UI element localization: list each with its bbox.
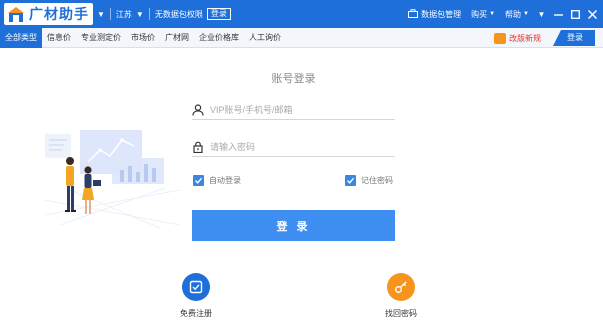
app-name: 广材助手 xyxy=(29,7,89,23)
update-notice-label: 改版新规 xyxy=(509,33,541,43)
password-input[interactable] xyxy=(210,141,390,152)
auto-login-label: 自动登录 xyxy=(209,176,241,185)
find-password-button[interactable]: 找回密码 xyxy=(371,273,431,319)
divider xyxy=(148,8,150,20)
chevron-down-icon: ▼ xyxy=(523,11,529,17)
package-status: 无数据包权限 xyxy=(154,9,203,19)
titlebar-login-button[interactable]: 登录 xyxy=(206,8,231,20)
category-nav: 全部类型 信息价 专业测定价 市场价 广材网 企业价格库 人工询价 改版新规 登… xyxy=(0,27,603,48)
account-input[interactable] xyxy=(210,104,390,115)
account-field xyxy=(192,100,395,120)
tab-enterprise-price[interactable]: 企业价格库 xyxy=(194,28,244,48)
password-field xyxy=(192,137,395,157)
gift-icon xyxy=(494,32,506,44)
check-icon xyxy=(193,175,204,186)
close-icon[interactable] xyxy=(588,9,597,19)
app-logo: 广材助手 xyxy=(4,3,93,25)
data-package-manager[interactable]: 数据包管理 xyxy=(408,8,462,20)
register-label: 免费注册 xyxy=(180,309,212,318)
tab-guangcai-web[interactable]: 广材网 xyxy=(160,28,194,48)
update-notice-link[interactable]: 改版新规 xyxy=(494,32,541,44)
maximize-icon[interactable] xyxy=(571,9,580,19)
region-selector[interactable]: 江苏 xyxy=(116,9,132,20)
tab-market-price[interactable]: 市场价 xyxy=(126,28,160,48)
login-tab[interactable]: 登录 xyxy=(553,30,595,46)
chevron-down-icon: ▼ xyxy=(489,11,496,17)
free-register-button[interactable]: 免费注册 xyxy=(166,273,226,319)
app-menu-caret-icon[interactable]: ▼ xyxy=(97,10,105,19)
remember-password-label: 记住密码 xyxy=(361,176,393,185)
tab-all-types[interactable]: 全部类型 xyxy=(0,27,42,48)
tab-info-price[interactable]: 信息价 xyxy=(42,28,76,48)
login-button[interactable]: 登 录 xyxy=(192,210,395,241)
login-title: 账号登录 xyxy=(271,73,316,85)
auto-login-checkbox[interactable]: 自动登录 xyxy=(193,175,241,186)
logo-icon xyxy=(6,5,26,23)
user-icon xyxy=(192,103,204,116)
purchase-label: 购买 xyxy=(471,9,488,19)
check-icon xyxy=(345,175,356,186)
data-package-label: 数据包管理 xyxy=(421,9,462,19)
lock-icon xyxy=(192,141,204,153)
menu-icon[interactable]: ▼ xyxy=(537,10,546,19)
find-password-label: 找回密码 xyxy=(385,309,417,318)
divider xyxy=(109,8,111,20)
login-illustration xyxy=(40,120,185,230)
remember-password-checkbox[interactable]: 记住密码 xyxy=(345,175,393,186)
tab-professional-price[interactable]: 专业测定价 xyxy=(76,28,126,48)
purchase-menu[interactable]: 购买 ▼ xyxy=(471,9,495,20)
title-bar: 广材助手 ▼ 江苏 ▼ 无数据包权限 登录 数据包管理 购买 ▼ 帮助 ▼ ▼ xyxy=(0,0,603,28)
register-check-icon xyxy=(182,273,210,301)
minimize-icon[interactable] xyxy=(554,10,563,19)
package-icon xyxy=(408,8,419,20)
help-label: 帮助 xyxy=(505,9,522,19)
tab-manual-inquiry[interactable]: 人工询价 xyxy=(244,28,286,48)
region-caret-icon[interactable]: ▼ xyxy=(136,10,144,19)
help-menu[interactable]: 帮助 ▼ xyxy=(505,9,529,20)
key-icon xyxy=(387,273,415,301)
